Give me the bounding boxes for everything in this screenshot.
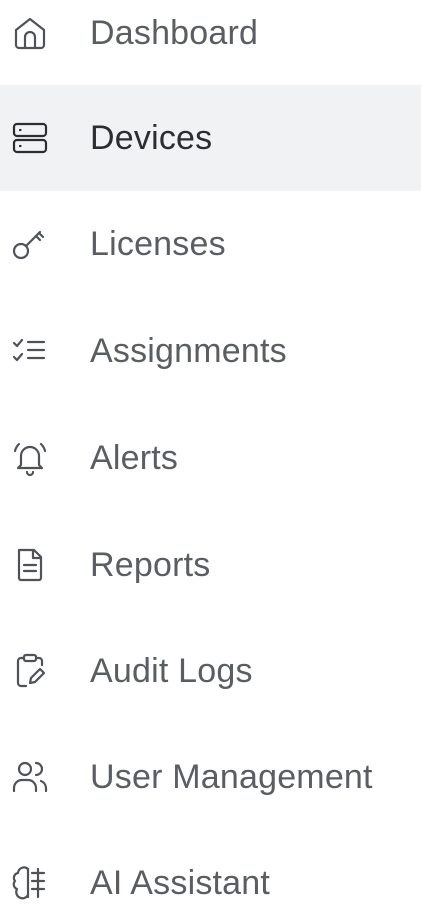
server-icon — [6, 114, 54, 162]
sidebar-item-label: AI Assistant — [90, 864, 271, 902]
sidebar-item-label: User Management — [90, 758, 373, 796]
sidebar-item-dashboard[interactable]: Dashboard — [0, 0, 421, 86]
sidebar-item-alerts[interactable]: Alerts — [0, 405, 421, 511]
sidebar-item-audit-logs[interactable]: Audit Logs — [0, 618, 421, 724]
sidebar-item-licenses[interactable]: Licenses — [0, 191, 421, 297]
sidebar-item-devices[interactable]: Devices — [0, 85, 421, 191]
home-icon — [6, 9, 54, 57]
sidebar-item-label: Dashboard — [90, 14, 259, 52]
sidebar-nav: Dashboard Devices Licenses Assignments A… — [0, 0, 421, 912]
users-icon — [6, 753, 54, 801]
brain-icon — [6, 859, 54, 907]
clipboard-edit-icon — [6, 647, 54, 695]
sidebar-item-label: Alerts — [90, 439, 179, 477]
sidebar-item-reports[interactable]: Reports — [0, 512, 421, 618]
sidebar-item-ai-assistant[interactable]: AI Assistant — [0, 830, 421, 912]
sidebar-item-label: Devices — [90, 119, 213, 157]
bell-ringing-icon — [6, 434, 54, 482]
sidebar-item-label: Audit Logs — [90, 652, 253, 690]
file-text-icon — [6, 541, 54, 589]
sidebar-item-label: Reports — [90, 546, 211, 584]
key-icon — [6, 220, 54, 268]
checklist-icon — [6, 327, 54, 375]
sidebar-item-user-management[interactable]: User Management — [0, 724, 421, 830]
sidebar-item-label: Licenses — [90, 225, 226, 263]
sidebar-item-assignments[interactable]: Assignments — [0, 298, 421, 404]
sidebar-item-label: Assignments — [90, 332, 287, 370]
